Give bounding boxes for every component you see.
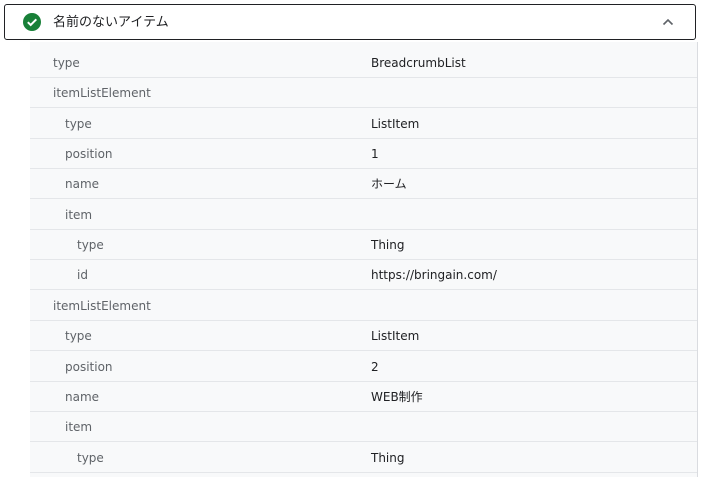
property-key: name: [65, 177, 100, 191]
item-panel-header[interactable]: 名前のないアイテム: [4, 4, 696, 40]
property-value: ホーム: [371, 177, 407, 191]
property-value: Thing: [371, 238, 405, 252]
structured-data-viewer: 名前のないアイテム type BreadcrumbList itemListEl…: [0, 0, 720, 477]
item-properties-list: type BreadcrumbList itemListElement type…: [30, 42, 698, 477]
property-value: 1: [371, 147, 379, 161]
property-key: type: [77, 238, 104, 252]
property-row: position 1: [30, 139, 697, 169]
property-key: type: [77, 451, 104, 465]
check-circle-icon: [23, 13, 41, 31]
property-value: https://bringain.com/: [371, 268, 497, 282]
property-key: type: [53, 56, 80, 70]
property-key: item: [65, 420, 93, 434]
property-row: type ListItem: [30, 321, 697, 351]
property-value: BreadcrumbList: [371, 56, 466, 70]
property-row: type BreadcrumbList: [30, 48, 697, 78]
property-row: type Thing: [30, 230, 697, 260]
property-value: ListItem: [371, 329, 420, 343]
property-key: position: [65, 360, 113, 374]
property-row: itemListElement: [30, 291, 697, 321]
property-row: item: [30, 412, 697, 442]
property-key: item: [65, 208, 93, 222]
property-key: itemListElement: [53, 299, 151, 313]
property-key: type: [65, 329, 92, 343]
property-value: ListItem: [371, 117, 420, 131]
chevron-up-icon[interactable]: [661, 15, 675, 29]
property-key: itemListElement: [53, 86, 151, 100]
property-row: type ListItem: [30, 109, 697, 139]
property-row: itemListElement: [30, 78, 697, 108]
property-value: Thing: [371, 451, 405, 465]
property-key: position: [65, 147, 113, 161]
property-row: item: [30, 200, 697, 230]
property-key: id: [77, 268, 88, 282]
property-key: type: [65, 117, 92, 131]
property-row: position 2: [30, 352, 697, 382]
property-value: 2: [371, 360, 379, 374]
property-row: name ホーム: [30, 169, 697, 199]
property-row: type Thing: [30, 443, 697, 473]
property-value: WEB制作: [371, 390, 423, 404]
property-row: name WEB制作: [30, 382, 697, 412]
property-row: id https://bringain.com/: [30, 260, 697, 290]
panel-title: 名前のないアイテム: [53, 15, 169, 30]
property-key: name: [65, 390, 100, 404]
